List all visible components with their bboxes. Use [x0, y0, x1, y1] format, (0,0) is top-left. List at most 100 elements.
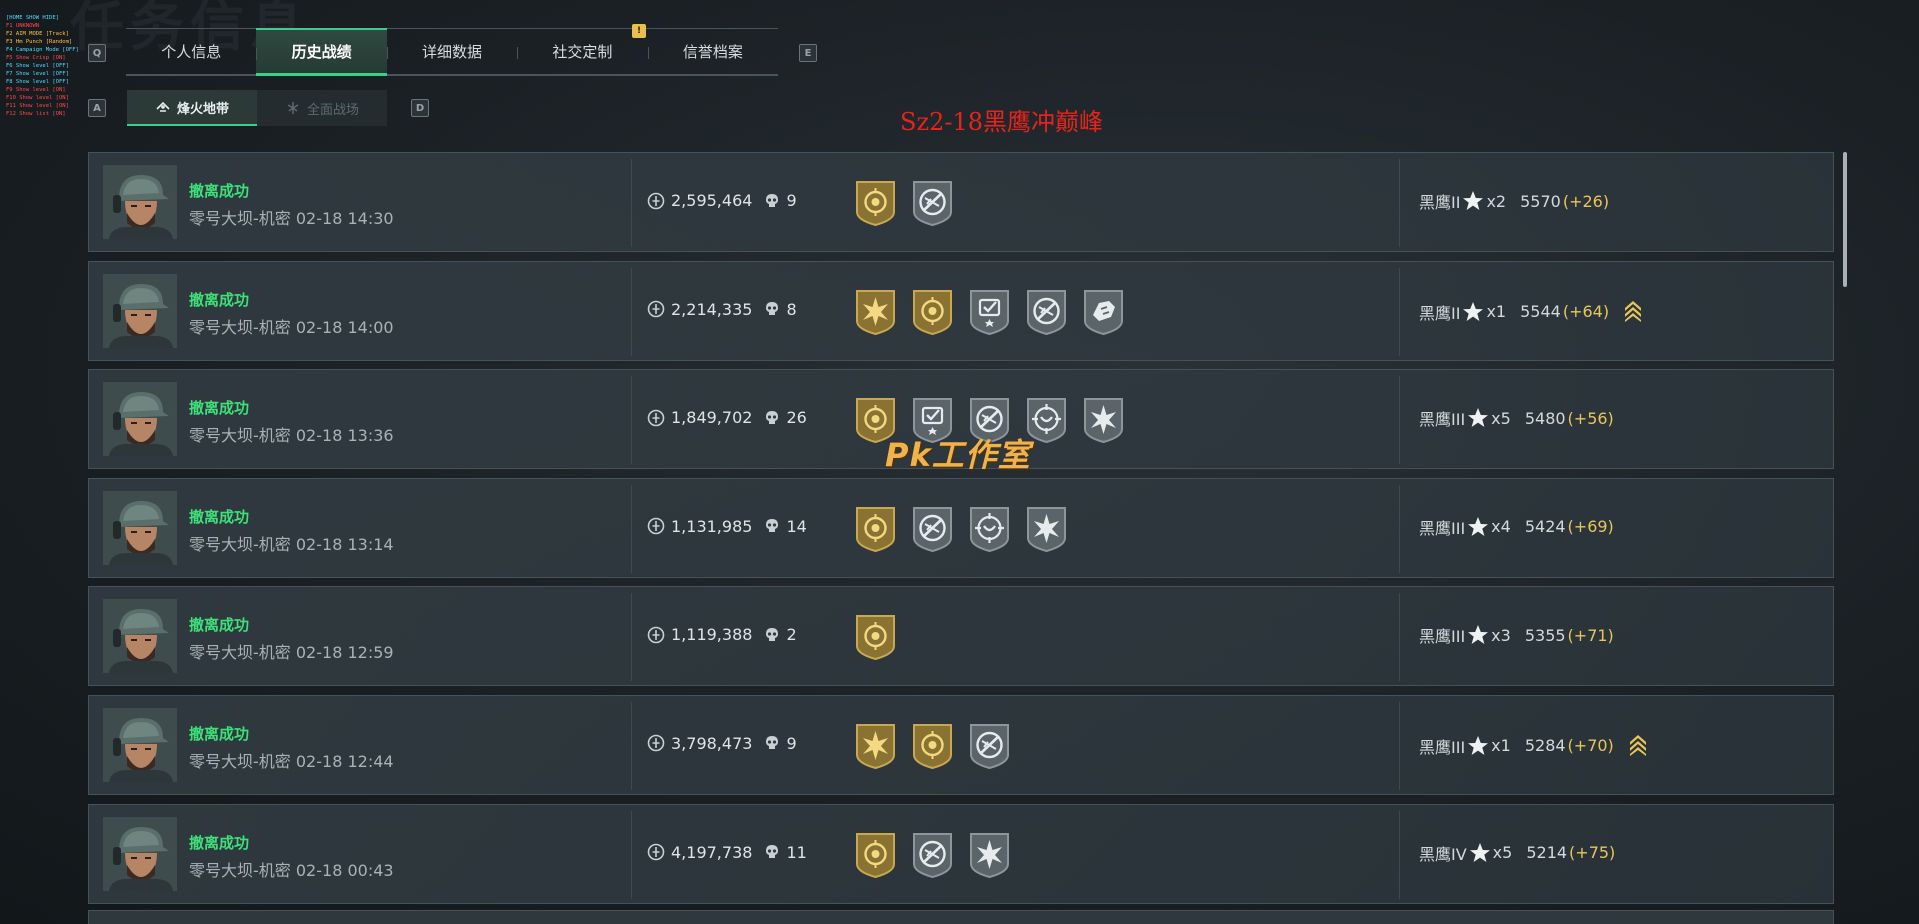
full-battlefield-icon — [287, 102, 299, 114]
medal-silver-no-gun-icon[interactable] — [910, 178, 955, 227]
medal-gold-shield-icon[interactable] — [853, 612, 898, 661]
match-time: 02-18 14:30 — [295, 209, 394, 228]
kill-count-text: 2 — [786, 625, 797, 645]
key-hint-d[interactable]: D — [411, 99, 429, 117]
skull-icon — [766, 736, 779, 750]
star-count: x1 — [1486, 302, 1507, 322]
debug-line: [HOME SHOW HIDE] — [6, 15, 59, 21]
star-count: x2 — [1486, 191, 1507, 211]
tab-1[interactable]: 个人信息 — [126, 29, 256, 74]
medal-gold-burst-icon[interactable] — [853, 721, 898, 770]
extraction-status: 撤离成功 — [189, 399, 250, 418]
match-row[interactable]: 撤离成功 零号大坝-机密 02-18 12:59 1,119,388 2 黑鹰III x3… — [88, 586, 1834, 687]
rank-score: 5424 — [1524, 517, 1566, 537]
extraction-status: 撤离成功 — [189, 833, 250, 852]
map-and-time: 零号大坝-机密 02-18 14:30 — [189, 205, 394, 229]
medal-silver-no-gun-shape — [913, 181, 952, 227]
divider — [631, 701, 632, 790]
match-time: 02-18 00:43 — [295, 860, 394, 880]
medal-silver-burst-icon[interactable] — [967, 830, 1012, 878]
medal-gold-shield-icon[interactable] — [910, 721, 955, 770]
match-row[interactable]: 撤离成功 零号大坝-机密 02-18 00:43 4,197,738 11 黑鹰IV x5… — [88, 803, 1834, 904]
medal-gold-burst-icon[interactable] — [853, 287, 898, 335]
star-count: x1 — [1491, 736, 1511, 756]
kill-count-text: 9 — [786, 191, 797, 210]
skull-icon — [766, 519, 779, 533]
star-icon — [1468, 408, 1489, 428]
medal-silver-burst-icon[interactable] — [1081, 395, 1126, 444]
map-and-time: 零号大坝-机密 02-18 12:44 — [189, 748, 394, 772]
medal-gold-shield-icon[interactable] — [853, 504, 898, 552]
loot-value-text: 1,119,388 — [671, 625, 753, 645]
kill-count-text: 9 — [786, 733, 797, 753]
mode-tab-2[interactable]: 全面战场 — [257, 90, 387, 126]
medal-list — [853, 178, 955, 227]
medal-silver-burst-shape — [1027, 506, 1066, 552]
tab-2[interactable]: 历史战绩 — [256, 28, 387, 76]
medal-list — [853, 612, 898, 661]
map-and-time: 零号大坝-机密 02-18 13:36 — [189, 422, 394, 446]
medal-silver-no-gun-shape — [1027, 289, 1066, 335]
rank-score: 5544 — [1520, 302, 1561, 322]
kill-count: 11 — [764, 843, 807, 862]
loot-value: 2,595,464 9 — [647, 191, 797, 210]
list-scrollbar[interactable] — [1843, 152, 1847, 287]
rank-score: 5214 — [1526, 843, 1568, 863]
rank-score: 5480 — [1524, 408, 1566, 428]
medal-silver-no-gun-shape — [913, 506, 952, 552]
debug-line: F12 Show list [ON] — [6, 111, 66, 117]
tab-4[interactable]: 社交定制 — [517, 29, 647, 74]
match-row[interactable]: 撤离成功 零号大坝-机密 02-18 13:14 1,131,985 14 黑鹰III x… — [88, 477, 1834, 578]
debug-line: F5 Show Crisp [ON] — [6, 55, 66, 61]
divider — [1399, 267, 1400, 356]
rank-name: 黑鹰IV — [1419, 844, 1467, 864]
kill-count: 9 — [764, 191, 797, 210]
mode-tab-1[interactable]: 烽火地带 — [127, 90, 257, 126]
medal-gold-shield-icon[interactable] — [853, 830, 898, 878]
extraction-status: 撤离成功 — [189, 182, 250, 200]
map-name: 零号大坝-机密 — [189, 209, 291, 228]
medal-silver-target-icon[interactable] — [967, 504, 1012, 552]
star-icon — [1463, 301, 1484, 321]
map-and-time: 零号大坝-机密 02-18 14:00 — [189, 314, 394, 338]
tab-5[interactable]: 信誉档案 — [647, 29, 778, 74]
medal-silver-check-shape — [970, 289, 1009, 335]
divider — [631, 267, 632, 356]
skull-icon — [766, 845, 779, 859]
debug-line: F6 Show level [OFF] — [6, 63, 69, 69]
medal-silver-burst-icon[interactable] — [1024, 504, 1069, 552]
debug-line: F1 UNKNOWN — [6, 23, 40, 29]
medal-silver-no-gun-icon[interactable] — [910, 504, 955, 552]
match-time: 02-18 14:00 — [295, 317, 394, 337]
extraction-status: 撤离成功 — [189, 507, 250, 526]
key-hint-q[interactable]: Q — [88, 44, 106, 62]
coin-icon — [647, 843, 665, 861]
map-name: 零号大坝-机密 — [189, 860, 291, 880]
skull-icon — [766, 302, 779, 316]
divider — [631, 376, 632, 465]
match-row-partial[interactable] — [88, 910, 1834, 924]
medal-silver-hand-icon[interactable] — [1081, 287, 1126, 335]
medal-silver-no-gun-icon[interactable] — [1024, 287, 1069, 335]
key-hint-e[interactable]: E — [799, 44, 817, 62]
medal-silver-burst-shape — [1084, 398, 1123, 444]
tab-3[interactable]: 详细数据 — [386, 29, 517, 74]
star-icon — [1469, 842, 1490, 862]
rank-name: 黑鹰III — [1419, 737, 1466, 757]
medal-silver-no-gun-icon[interactable] — [910, 830, 955, 878]
score-delta: (+64) — [1562, 302, 1610, 322]
medal-silver-no-gun-icon[interactable] — [967, 721, 1012, 770]
star-count: x5 — [1491, 408, 1511, 428]
match-row[interactable]: 撤离成功 零号大坝-机密 02-18 12:44 3,798,473 9 黑鹰III x1… — [88, 694, 1834, 795]
skull-icon — [766, 193, 779, 207]
rank-name: 黑鹰III — [1419, 627, 1466, 647]
key-hint-a[interactable]: A — [88, 99, 106, 117]
medal-gold-shield-icon[interactable] — [853, 178, 898, 227]
debug-line: F7 Show level [OFF] — [6, 71, 69, 77]
medal-silver-hand-shape — [1084, 289, 1123, 335]
match-row[interactable]: 撤离成功 零号大坝-机密 02-18 14:00 2,214,335 8 黑鹰II x1 5… — [88, 260, 1834, 361]
medal-silver-check-icon[interactable] — [967, 287, 1012, 335]
match-row[interactable]: 撤离成功 零号大坝-机密 02-18 14:30 2,595,464 9 黑鹰II x2 5… — [88, 152, 1834, 252]
medal-gold-shield-icon[interactable] — [910, 287, 955, 335]
kill-count-text: 14 — [786, 516, 807, 536]
